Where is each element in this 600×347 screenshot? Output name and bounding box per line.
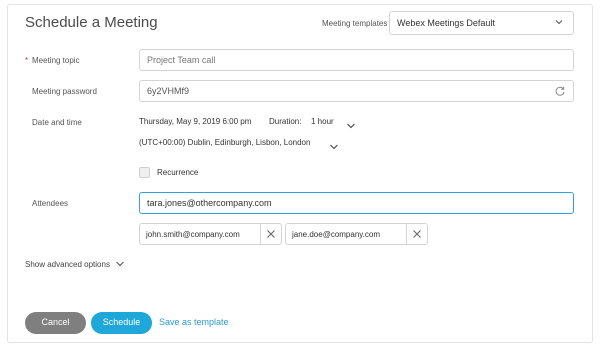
meeting-topic-input[interactable]: Project Team call — [139, 49, 574, 71]
date-time-label: Date and time — [32, 118, 82, 127]
show-advanced-options-toggle[interactable]: Show advanced options — [25, 260, 125, 270]
attendees-input[interactable]: tara.jones@othercompany.com — [139, 192, 574, 214]
chevron-down-icon — [554, 17, 564, 29]
show-advanced-options-label: Show advanced options — [25, 260, 110, 270]
refresh-icon[interactable] — [554, 85, 566, 97]
attendee-chip: john.smith@company.com — [139, 223, 282, 245]
attendees-label: Attendees — [32, 199, 69, 208]
meeting-templates-select[interactable]: Webex Meetings Default — [389, 11, 574, 35]
duration-chevron-down-icon[interactable] — [346, 117, 356, 129]
schedule-button[interactable]: Schedule — [91, 312, 152, 334]
date-value[interactable]: Thursday, May 9, 2019 6:00 pm — [139, 117, 251, 126]
attendees-input-value: tara.jones@othercompany.com — [147, 198, 272, 208]
required-marker: * — [25, 56, 29, 65]
dialog-title: Schedule a Meeting — [25, 14, 158, 31]
meeting-password-input[interactable]: 6y2VHMf9 — [139, 80, 574, 102]
attendee-chip: jane.doe@company.com — [285, 223, 428, 245]
remove-attendee-close-icon[interactable] — [260, 224, 281, 244]
meeting-templates-label: Meeting templates — [322, 19, 388, 28]
duration-label: Duration: — [269, 117, 302, 126]
cancel-button[interactable]: Cancel — [25, 312, 86, 334]
attendee-chip-email: john.smith@company.com — [146, 230, 240, 239]
meeting-topic-placeholder: Project Team call — [147, 55, 216, 65]
meeting-password-label: Meeting password — [32, 87, 97, 96]
save-as-template-link[interactable]: Save as template — [159, 317, 229, 327]
meeting-templates-value: Webex Meetings Default — [397, 18, 495, 28]
chevron-down-icon — [115, 260, 125, 270]
recurrence-checkbox[interactable] — [139, 167, 150, 178]
remove-attendee-close-icon[interactable] — [406, 224, 427, 244]
timezone-value[interactable]: (UTC+00:00) Dublin, Edinburgh, Lisbon, L… — [139, 138, 310, 147]
timezone-chevron-down-icon[interactable] — [329, 138, 339, 150]
meeting-password-value: 6y2VHMf9 — [147, 86, 190, 96]
attendee-chip-email: jane.doe@company.com — [292, 230, 381, 239]
recurrence-label: Recurrence — [157, 168, 199, 177]
duration-value[interactable]: 1 hour — [311, 117, 334, 126]
meeting-topic-label: Meeting topic — [32, 56, 80, 65]
